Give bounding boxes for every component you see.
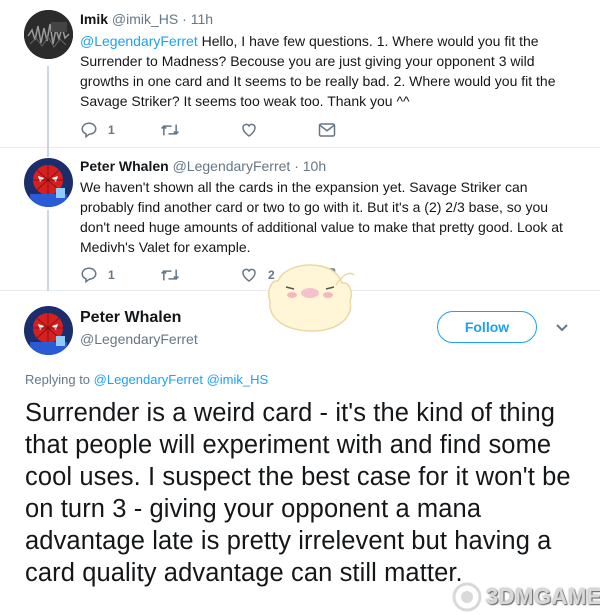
author-name[interactable]: Peter Whalen bbox=[80, 158, 169, 174]
replying-prefix: Replying to bbox=[25, 372, 94, 387]
tweet-text: @LegendaryFerret Hello, I have few quest… bbox=[80, 31, 560, 111]
chick-icon bbox=[267, 264, 355, 332]
heart-icon bbox=[242, 268, 256, 282]
heart-icon bbox=[242, 123, 256, 137]
tweet-imik[interactable]: Imik @imik_HS · 11h @LegendaryFerret Hel… bbox=[0, 0, 600, 148]
reply-count: 1 bbox=[108, 268, 115, 282]
watermark: 3DMGAME bbox=[452, 582, 600, 612]
reply-icon bbox=[81, 122, 97, 139]
thread-line-bottom bbox=[47, 210, 49, 291]
like-button[interactable] bbox=[240, 120, 268, 140]
author-handle[interactable]: @imik_HS bbox=[112, 11, 178, 27]
reply-button[interactable]: 1 bbox=[80, 265, 115, 285]
chevron-down-icon bbox=[556, 324, 568, 332]
avatar-image bbox=[24, 10, 73, 59]
avatar-image bbox=[24, 306, 73, 355]
avatar-imik[interactable] bbox=[24, 10, 73, 59]
follow-button[interactable]: Follow bbox=[437, 311, 537, 343]
author-name[interactable]: Imik bbox=[80, 11, 108, 27]
replying-to: Replying to @LegendaryFerret @imik_HS bbox=[25, 372, 268, 387]
thread-line-top bbox=[47, 148, 49, 157]
tweet-text: We haven't shown all the cards in the ex… bbox=[80, 179, 563, 255]
author-handle[interactable]: @LegendaryFerret bbox=[173, 158, 291, 174]
watermark-text: 3DMGAME bbox=[486, 584, 600, 609]
tweet-time[interactable]: 10h bbox=[303, 158, 326, 174]
author-name[interactable]: Peter Whalen bbox=[80, 309, 181, 327]
tweet-actions: 1 bbox=[80, 120, 380, 140]
retweet-button[interactable] bbox=[160, 265, 190, 285]
thread-line bbox=[47, 66, 49, 148]
reply-icon bbox=[81, 267, 97, 284]
reply-count: 1 bbox=[108, 123, 115, 137]
mention-link[interactable]: @imik_HS bbox=[207, 372, 269, 387]
retweet-button[interactable] bbox=[160, 120, 190, 140]
author-handle[interactable]: @LegendaryFerret bbox=[80, 331, 198, 347]
main-tweet-text: Surrender is a weird card - it's the kin… bbox=[25, 399, 571, 587]
retweet-icon bbox=[160, 269, 180, 281]
more-options-button[interactable] bbox=[555, 320, 569, 338]
message-button[interactable] bbox=[318, 120, 336, 140]
watermark-logo-icon bbox=[452, 582, 482, 612]
tweet-header: Peter Whalen @LegendaryFerret · 10h bbox=[80, 158, 327, 174]
avatar-peter-whalen-main[interactable] bbox=[24, 306, 73, 355]
mention-link[interactable]: @LegendaryFerret bbox=[80, 33, 198, 49]
avatar-peter-whalen[interactable] bbox=[24, 158, 73, 207]
avatar-image bbox=[24, 158, 73, 207]
tweet-header: Imik @imik_HS · 11h bbox=[80, 11, 214, 27]
tweet-time[interactable]: 11h bbox=[191, 11, 213, 27]
envelope-icon bbox=[318, 123, 336, 137]
mention-link[interactable]: @LegendaryFerret bbox=[94, 372, 203, 387]
reply-button[interactable]: 1 bbox=[80, 120, 115, 140]
chick-sticker bbox=[262, 261, 358, 340]
retweet-icon bbox=[160, 124, 180, 136]
